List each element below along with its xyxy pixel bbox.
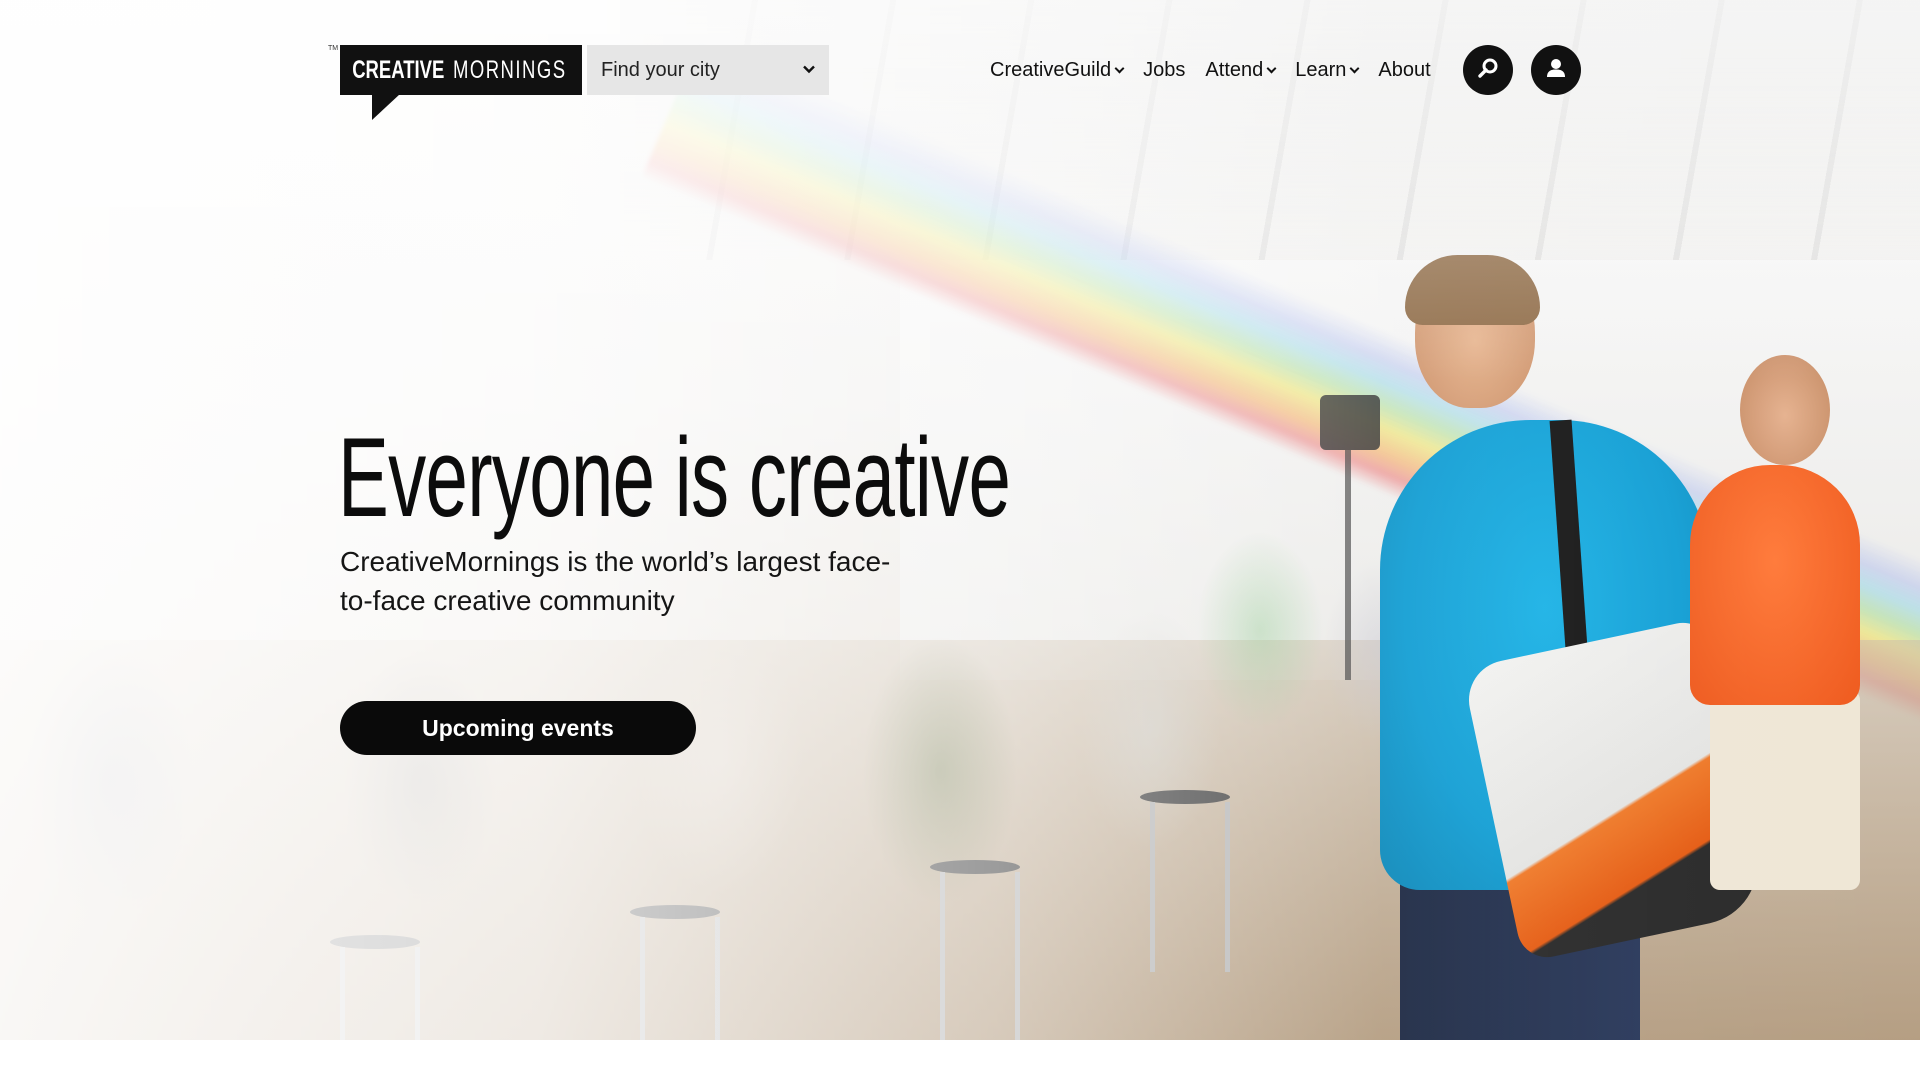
account-button[interactable] <box>1531 45 1581 95</box>
nav-item-label: About <box>1378 58 1431 81</box>
logo-word-mornings: MORNINGS <box>452 55 567 84</box>
user-icon <box>1545 57 1567 84</box>
chevron-down-icon <box>803 63 815 77</box>
nav-item-label: Jobs <box>1143 58 1186 81</box>
site-header: TM CREATIVE MORNINGS Find your city Crea… <box>0 0 1920 130</box>
chevron-down-icon <box>1266 63 1277 73</box>
hero-subtitle: CreativeMornings is the world’s largest … <box>340 546 891 616</box>
hero-title: Everyone is creative <box>338 415 1011 540</box>
logo-trademark: TM <box>328 45 339 52</box>
nav-item-label: Attend <box>1205 58 1264 81</box>
nav-item-creativeguild[interactable]: CreativeGuild <box>990 58 1125 82</box>
nav-item-label: Learn <box>1295 58 1347 81</box>
search-icon <box>1477 57 1499 84</box>
nav-item-about[interactable]: About <box>1378 59 1430 82</box>
city-select-value: Find your city <box>601 58 720 81</box>
nav-item-learn[interactable]: Learn <box>1295 58 1360 82</box>
search-button[interactable] <box>1463 45 1513 95</box>
creativemornings-logo[interactable]: CREATIVE MORNINGS <box>340 45 582 95</box>
logo-speech-tail <box>372 94 400 120</box>
chevron-down-icon <box>1349 63 1360 73</box>
nav-item-jobs[interactable]: Jobs <box>1143 59 1185 82</box>
chevron-down-icon <box>1114 63 1125 73</box>
logo-word-creative: CREATIVE <box>352 55 445 84</box>
upcoming-events-button[interactable]: Upcoming events <box>340 701 696 755</box>
nav-item-label: CreativeGuild <box>990 58 1112 81</box>
city-select[interactable]: Find your city <box>587 45 829 95</box>
main-nav: CreativeGuild Jobs Attend Learn About <box>990 44 1451 96</box>
nav-item-attend[interactable]: Attend <box>1205 58 1277 82</box>
